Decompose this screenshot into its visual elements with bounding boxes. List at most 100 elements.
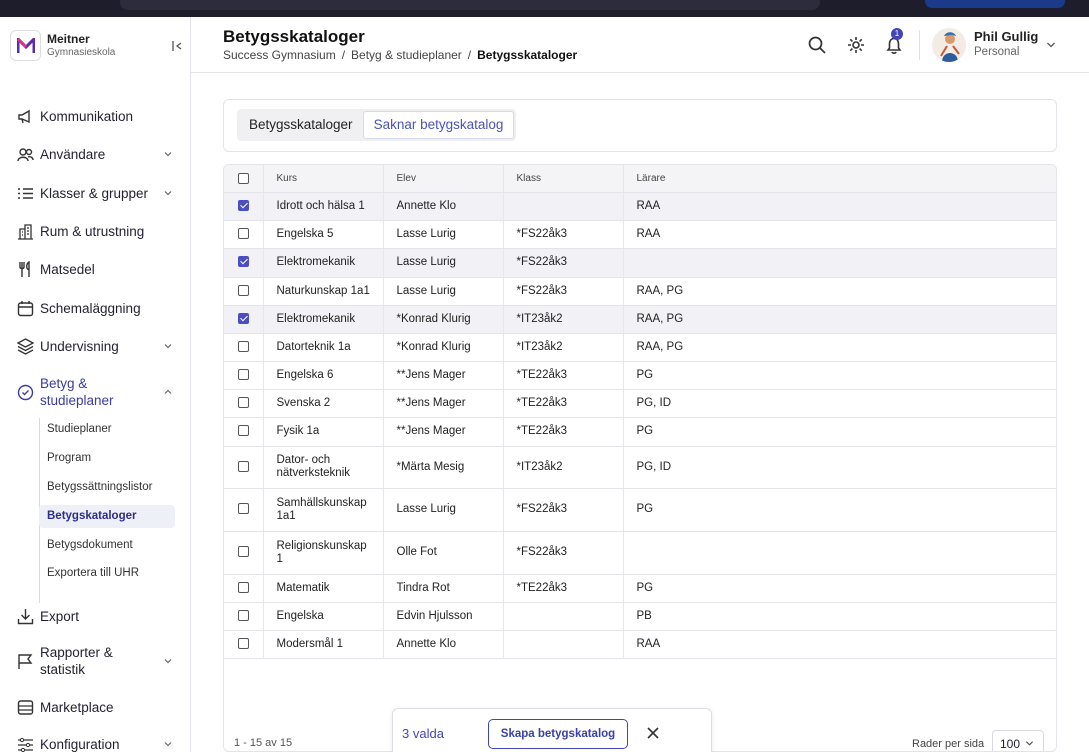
column-header-klass[interactable]: Klass <box>503 165 624 193</box>
sidebar-item-anvandare[interactable]: Användare <box>16 145 176 163</box>
theme-sun-icon[interactable] <box>846 35 866 55</box>
column-header-kurs[interactable]: Kurs <box>263 165 384 193</box>
browser-top-strip <box>0 0 1089 17</box>
cell-larare <box>623 248 1056 278</box>
row-checkbox[interactable] <box>237 503 249 515</box>
sidebar-item-rum[interactable]: Rum & utrustning <box>16 222 176 240</box>
collapse-sidebar-icon[interactable] <box>170 39 184 53</box>
row-checkbox[interactable] <box>237 609 249 621</box>
row-select-cell <box>224 248 264 278</box>
row-checkbox[interactable] <box>237 637 249 649</box>
chevron-down-icon <box>1025 741 1034 746</box>
row-checkbox[interactable] <box>237 256 249 268</box>
sidebar-item-undervisning[interactable]: Undervisning <box>16 337 176 355</box>
sidebar-item-label: Marketplace <box>40 699 114 715</box>
tab-saknar-betygskatalog[interactable]: Saknar betygskatalog <box>362 111 515 139</box>
tab-card: Betygsskataloger Saknar betygskatalog <box>223 99 1057 152</box>
rows-per-page-select[interactable]: 100 <box>992 730 1044 751</box>
cell-elev: Edvin Hjulsson <box>383 602 504 631</box>
table-row[interactable]: Fysik 1a **Jens Mager *TE22åk3 PG <box>224 417 1056 447</box>
column-header-elev[interactable]: Elev <box>383 165 504 193</box>
sidebar-item-label: Export <box>40 608 80 624</box>
row-checkbox[interactable] <box>237 368 249 380</box>
cell-larare: RAA <box>623 220 1056 249</box>
sidebar-item-label: Rum & utrustning <box>40 223 145 239</box>
cell-kurs: Modersmål 1 <box>263 630 384 659</box>
chevron-down-icon[interactable] <box>1046 40 1056 50</box>
search-icon[interactable] <box>807 35 827 55</box>
list-icon <box>16 184 34 202</box>
table-row[interactable]: Matematik Tindra Rot *TE22åk3 PG <box>224 574 1056 603</box>
pagination-range: 1 - 15 av 15 <box>234 737 293 749</box>
sidebar-item-klasser[interactable]: Klasser & grupper <box>16 184 176 202</box>
table-row[interactable]: Elektromekanik Lasse Lurig *FS22åk3 <box>224 248 1056 278</box>
sidebar-item-rapporter[interactable]: Rapporter & statistik <box>16 644 176 678</box>
select-all-checkbox[interactable] <box>237 172 249 184</box>
sidebar-subitem-betygsdokument[interactable]: Betygsdokument <box>39 534 175 557</box>
row-checkbox[interactable] <box>237 581 249 593</box>
cell-kurs: Engelska <box>263 602 384 631</box>
table-row[interactable]: Elektromekanik *Konrad Klurig *IT23åk2 RAA,… <box>224 305 1056 334</box>
table-row[interactable]: Engelska 5 Lasse Lurig *FS22åk3 RAA <box>224 220 1056 249</box>
row-checkbox[interactable] <box>237 340 249 352</box>
cell-larare: PG <box>623 361 1056 390</box>
sidebar-item-konfiguration[interactable]: Konfiguration <box>16 735 176 752</box>
sidebar-subitem-program[interactable]: Program <box>39 447 175 470</box>
cell-klass: *IT23åk2 <box>503 446 624 489</box>
user-name[interactable]: Phil Gullig <box>974 29 1038 44</box>
table-row[interactable]: Idrott och hälsa 1 Annette Klo RAA <box>224 192 1056 221</box>
cell-kurs: Svenska 2 <box>263 389 384 418</box>
table-row[interactable]: Engelska 6 **Jens Mager *TE22åk3 PG <box>224 361 1056 390</box>
table-row[interactable]: Engelska Edvin Hjulsson PB <box>224 602 1056 631</box>
table-row[interactable]: Samhällskunskap 1a1 Lasse Lurig *FS22åk3 PG <box>224 488 1056 532</box>
row-checkbox[interactable] <box>237 199 249 211</box>
row-select-cell <box>224 361 264 390</box>
column-header-larare[interactable]: Lärare <box>623 165 1056 193</box>
cell-klass: *FS22åk3 <box>503 220 624 249</box>
row-checkbox[interactable] <box>237 425 249 437</box>
sidebar-item-matsedel[interactable]: Matsedel <box>16 260 176 278</box>
cell-larare: PG, ID <box>623 389 1056 418</box>
layers-icon <box>16 337 34 355</box>
table-row[interactable]: Datorteknik 1a *Konrad Klurig *IT23åk2 RAA,… <box>224 333 1056 362</box>
sidebar-item-betyg[interactable]: Betyg & studieplaner <box>16 375 176 409</box>
cell-larare: PG <box>623 488 1056 532</box>
sidebar-subitem-exportera-uhr[interactable]: Exportera till UHR <box>39 562 175 585</box>
row-checkbox[interactable] <box>237 546 249 558</box>
chevron-up-icon <box>164 389 172 394</box>
sidebar-item-label: Matsedel <box>40 261 95 277</box>
row-checkbox[interactable] <box>237 460 249 472</box>
cell-elev: *Konrad Klurig <box>383 305 504 334</box>
sidebar-item-label: Konfiguration <box>40 736 120 752</box>
breadcrumb-link[interactable]: Betyg & studieplaner <box>351 48 462 62</box>
row-checkbox[interactable] <box>237 312 249 324</box>
sidebar-subitem-betygskataloger[interactable]: Betygskataloger <box>39 505 175 528</box>
table-row[interactable]: Svenska 2 **Jens Mager *TE22åk3 PG, ID <box>224 389 1056 418</box>
row-checkbox[interactable] <box>237 396 249 408</box>
close-icon[interactable] <box>645 725 661 741</box>
tab-betygsskataloger[interactable]: Betygsskataloger <box>239 111 363 139</box>
table-row[interactable]: Dator- och nätverksteknik *Märta Mesig *IT… <box>224 446 1056 489</box>
sidebar-item-export[interactable]: Export <box>16 607 176 625</box>
sidebar-item-schemalaggning[interactable]: Schemaläggning <box>16 299 176 317</box>
table-row[interactable]: Naturkunskap 1a1 Lasse Lurig *FS22åk3 RAA, … <box>224 277 1056 306</box>
table-row[interactable]: Religionskunskap 1 Olle Fot *FS22åk3 <box>224 531 1056 575</box>
catalog-table-card: Kurs Elev Klass Lärare Idrott och hälsa … <box>223 164 1057 752</box>
sidebar-subitem-betygssattningslistor[interactable]: Betygssättningslistor <box>39 476 175 499</box>
sidebar-item-marketplace[interactable]: Marketplace <box>16 698 176 716</box>
breadcrumb-link[interactable]: Success Gymnasium <box>223 48 336 62</box>
sidebar-subitem-studieplaner[interactable]: Studieplaner <box>39 418 175 441</box>
row-select-cell <box>224 305 264 334</box>
create-catalog-button[interactable]: Skapa betygskatalog <box>488 719 628 749</box>
cell-klass <box>503 630 624 659</box>
row-checkbox[interactable] <box>237 284 249 296</box>
sidebar-item-kommunikation[interactable]: Kommunikation <box>16 107 176 125</box>
table-row[interactable]: Modersmål 1 Annette Klo RAA <box>224 630 1056 659</box>
avatar[interactable] <box>932 28 966 62</box>
cell-klass: *TE22åk3 <box>503 417 624 447</box>
download-icon <box>16 607 34 625</box>
row-checkbox[interactable] <box>237 227 249 239</box>
cell-kurs: Naturkunskap 1a1 <box>263 277 384 306</box>
org-brand[interactable]: Meitner Gymnasieskola <box>10 30 115 61</box>
cell-kurs: Engelska 6 <box>263 361 384 390</box>
